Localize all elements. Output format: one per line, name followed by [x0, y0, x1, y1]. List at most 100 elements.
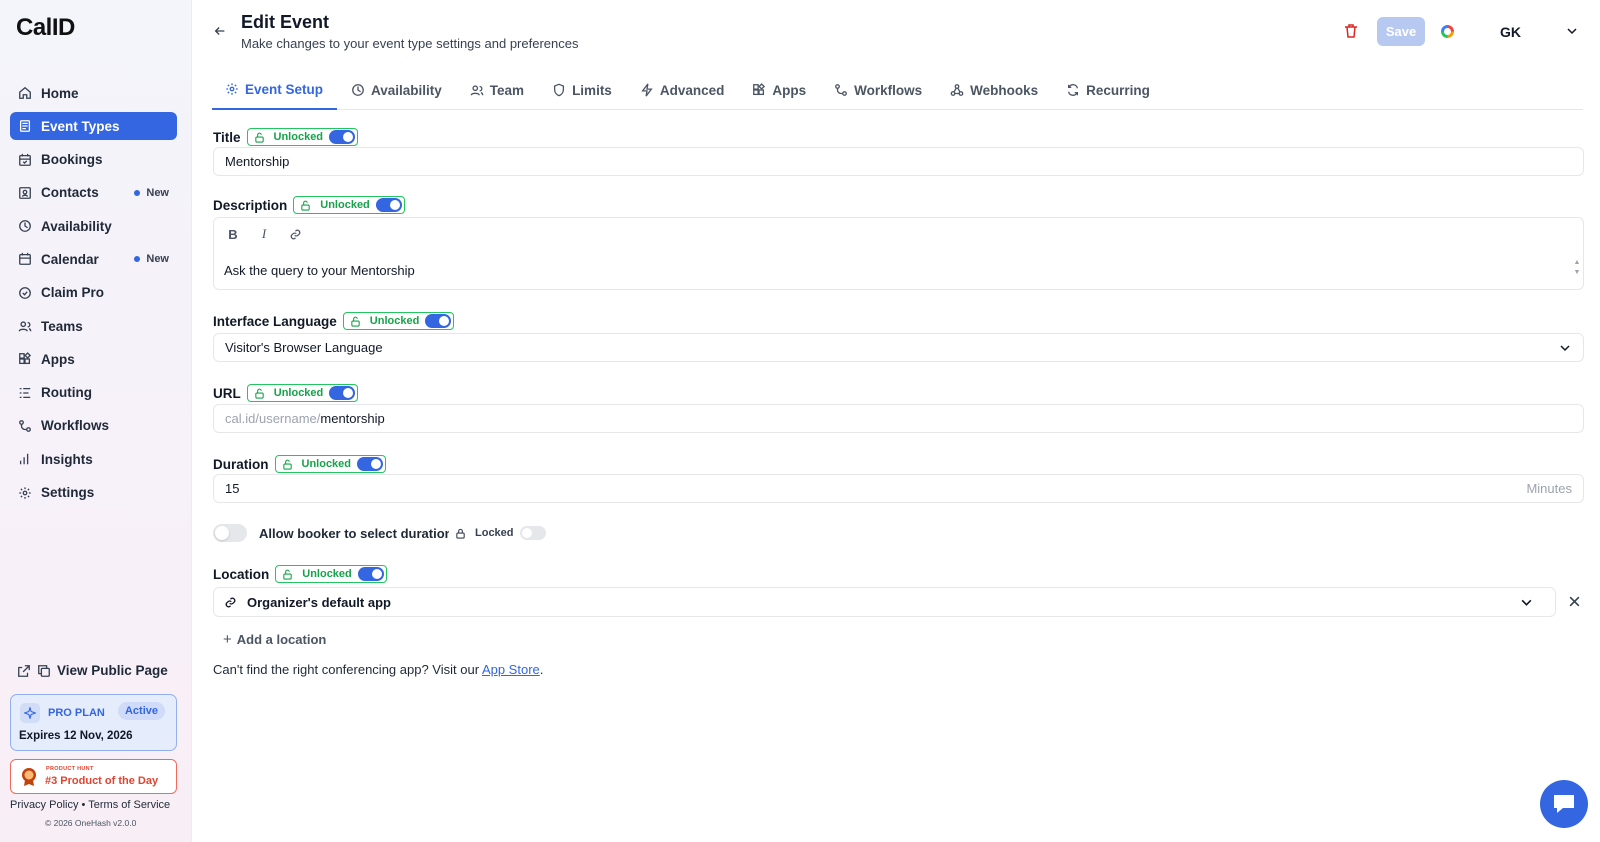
language-label: Interface Language	[213, 313, 337, 329]
chevron-down-icon[interactable]	[1566, 25, 1578, 37]
language-lock-toggle[interactable]: Unlocked	[342, 312, 455, 330]
back-arrow-icon[interactable]	[213, 24, 227, 38]
clock-icon	[18, 219, 32, 233]
badge-icon	[18, 286, 32, 300]
bold-button[interactable]: B	[226, 227, 240, 242]
sidebar-item-teams[interactable]: Teams	[10, 312, 177, 340]
lock-switch[interactable]	[425, 314, 452, 328]
user-initials[interactable]: GK	[1500, 24, 1521, 40]
description-lock-toggle[interactable]: Unlocked	[293, 196, 405, 214]
unlock-icon	[282, 459, 292, 470]
description-value: Ask the query to your Mentorship	[224, 263, 415, 278]
editor-scrollbar[interactable]: ▲ ▼	[1573, 258, 1581, 288]
plan-expiry: Expires 12 Nov, 2026	[19, 730, 133, 742]
booker-duration-switch[interactable]	[213, 524, 247, 542]
sidebar-item-availability[interactable]: Availability	[10, 212, 177, 240]
sidebar-item-label: Workflows	[41, 418, 110, 434]
description-editor[interactable]: B I Ask the query to your Mentorship ▲ ▼	[213, 217, 1584, 290]
tab-label: Apps	[772, 82, 807, 98]
duration-input[interactable]: 15 Minutes	[213, 474, 1584, 503]
delete-icon[interactable]	[1343, 23, 1359, 39]
sidebar-item-label: Contacts	[41, 185, 99, 201]
tab-apps[interactable]: Apps	[738, 70, 820, 110]
duration-lock-toggle[interactable]: Unlocked	[274, 455, 387, 473]
title-input[interactable]: Mentorship	[213, 147, 1584, 176]
sidebar-item-label: Claim Pro	[41, 285, 105, 301]
sidebar-item-calendar[interactable]: Calendar New	[10, 245, 177, 273]
tab-advanced[interactable]: Advanced	[626, 70, 739, 110]
tab-workflows[interactable]: Workflows	[820, 70, 936, 110]
product-hunt-label: PRODUCT HUNT	[46, 766, 94, 772]
unlock-icon	[283, 569, 292, 580]
pro-plan-card[interactable]: PRO PLAN Active Expires 12 Nov, 2026	[10, 694, 177, 751]
url-prefix: cal.id/username/	[225, 411, 321, 426]
sidebar-nav: Home Event Types Bookings Contacts New A…	[10, 79, 177, 512]
tab-availability[interactable]: Availability	[337, 70, 456, 110]
booker-lock-toggle[interactable]: Locked	[449, 524, 548, 542]
bar-chart-icon	[18, 452, 32, 466]
tab-label: Team	[489, 82, 525, 98]
sidebar-item-routing[interactable]: Routing	[10, 379, 177, 407]
chat-icon	[1554, 795, 1574, 813]
location-value: Organizer's default app	[247, 594, 391, 610]
title-lock-toggle[interactable]: Unlocked	[246, 128, 359, 146]
lock-switch[interactable]	[329, 386, 356, 400]
url-lock-toggle[interactable]: Unlocked	[246, 384, 359, 402]
chat-support-button[interactable]	[1540, 780, 1588, 828]
page-subtitle: Make changes to your event type settings…	[241, 36, 579, 51]
sidebar-item-bookings[interactable]: Bookings	[10, 146, 177, 174]
title-label-row: Title Unlocked	[213, 128, 359, 146]
lock-status: Locked	[475, 527, 514, 539]
url-input[interactable]: cal.id/username/ mentorship	[213, 404, 1584, 433]
lock-switch[interactable]	[519, 526, 546, 540]
unlock-icon	[351, 316, 360, 327]
tab-webhooks[interactable]: Webhooks	[936, 70, 1052, 110]
link-icon[interactable]	[288, 227, 302, 241]
gear-icon	[18, 486, 32, 500]
remove-location-icon[interactable]	[1568, 595, 1581, 608]
duration-unit: Minutes	[1526, 481, 1572, 496]
sidebar-item-insights[interactable]: Insights	[10, 445, 177, 473]
tab-label: Event Setup	[245, 81, 324, 97]
lock-switch[interactable]	[357, 457, 384, 471]
home-icon	[18, 86, 32, 100]
lock-switch[interactable]	[375, 198, 402, 212]
view-public-page-link[interactable]: View Public Page	[17, 663, 168, 678]
location-lock-toggle[interactable]: Unlocked	[275, 565, 387, 583]
lock-switch[interactable]	[329, 130, 356, 144]
external-link-icon	[18, 664, 30, 677]
unlock-icon	[254, 132, 264, 143]
sidebar-item-workflows[interactable]: Workflows	[10, 412, 177, 440]
footer-links: Privacy Policy • Terms of Service	[10, 799, 170, 811]
routing-icon	[18, 386, 32, 400]
italic-button[interactable]: I	[257, 226, 271, 241]
sidebar-item-apps[interactable]: Apps	[10, 345, 177, 373]
sidebar-item-event-types[interactable]: Event Types	[10, 112, 177, 141]
product-hunt-badge[interactable]: PRODUCT HUNT #3 Product of the Day	[10, 759, 177, 794]
sidebar-item-claim-pro[interactable]: Claim Pro	[10, 279, 177, 307]
terms-link[interactable]: Terms of Service	[88, 799, 170, 811]
sidebar-item-label: Insights	[41, 451, 93, 467]
tab-limits[interactable]: Limits	[538, 70, 626, 110]
sidebar-item-home[interactable]: Home	[10, 79, 177, 107]
shield-icon	[554, 83, 565, 97]
app-store-link[interactable]: App Store	[482, 662, 540, 677]
chevron-down-icon	[1560, 345, 1570, 352]
sidebar-item-contacts[interactable]: Contacts New	[10, 179, 177, 207]
save-button[interactable]: Save	[1377, 17, 1425, 46]
add-location-button[interactable]: + Add a location	[223, 631, 326, 648]
sidebar-item-settings[interactable]: Settings	[10, 479, 177, 507]
lock-status: Unlocked	[301, 458, 352, 470]
product-hunt-title: #3 Product of the Day	[45, 775, 159, 787]
language-select[interactable]: Visitor's Browser Language	[213, 333, 1584, 362]
tab-event-setup[interactable]: Event Setup	[212, 70, 338, 110]
lock-switch[interactable]	[357, 567, 384, 581]
privacy-link[interactable]: Privacy Policy	[10, 799, 78, 811]
sidebar-item-label: Apps	[41, 351, 75, 367]
duration-label: Duration	[213, 456, 269, 472]
tab-team[interactable]: Team	[456, 70, 538, 110]
users-icon	[470, 85, 484, 96]
tab-recurring[interactable]: Recurring	[1052, 70, 1164, 110]
status-ring-icon[interactable]	[1441, 25, 1454, 38]
location-select[interactable]: Organizer's default app	[213, 587, 1556, 617]
